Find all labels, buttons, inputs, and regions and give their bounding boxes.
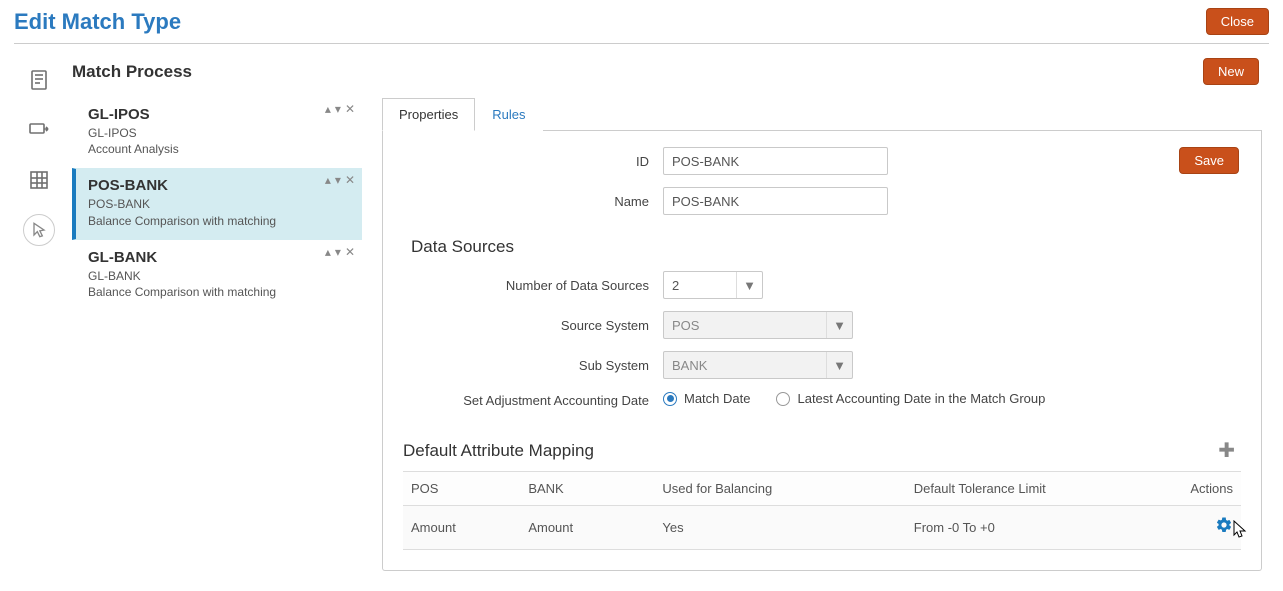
cursor-icon [1233,520,1247,538]
data-sources-header: Data Sources [411,237,1241,257]
list-item-sub1: POS-BANK [88,196,351,212]
cursor-tool-icon[interactable] [23,214,55,246]
radio-label: Match Date [684,391,750,406]
list-item[interactable]: ▴ ▾ ✕ POS-BANK POS-BANK Balance Comparis… [72,168,362,239]
page-title: Edit Match Type [14,9,181,35]
sub-system-label: Sub System [403,358,663,373]
radio-match-date[interactable]: Match Date [663,391,750,406]
move-up-icon[interactable]: ▴ [325,102,331,116]
add-mapping-button[interactable]: ✚ [1212,438,1241,463]
radio-label: Latest Accounting Date in the Match Grou… [797,391,1045,406]
num-sources-label: Number of Data Sources [403,278,663,293]
num-sources-select[interactable] [663,271,763,299]
name-label: Name [403,194,663,209]
icon-rail [14,44,64,591]
move-up-icon[interactable]: ▴ [325,173,331,187]
transfer-icon[interactable] [23,114,55,146]
radio-icon [776,392,790,406]
id-label: ID [403,154,663,169]
source-system-label: Source System [403,318,663,333]
move-down-icon[interactable]: ▾ [335,173,341,187]
list-item-title: GL-BANK [88,249,351,266]
col-pos: POS [403,472,520,506]
cell-pos: Amount [403,506,520,550]
cell-tolerance: From -0 To +0 [906,506,1157,550]
list-item-sub2: Account Analysis [88,141,351,157]
id-input[interactable] [663,147,888,175]
sub-system-select[interactable] [663,351,853,379]
new-button[interactable]: New [1203,58,1259,85]
process-list: ▴ ▾ ✕ GL-IPOS GL-IPOS Account Analysis ▴… [72,97,362,571]
list-item[interactable]: ▴ ▾ ✕ GL-IPOS GL-IPOS Account Analysis [72,97,362,168]
remove-icon[interactable]: ✕ [345,173,355,187]
remove-icon[interactable]: ✕ [345,245,355,259]
col-actions: Actions [1157,472,1241,506]
list-item[interactable]: ▴ ▾ ✕ GL-BANK GL-BANK Balance Comparison… [72,240,362,311]
list-item-title: POS-BANK [88,177,351,194]
mapping-header: Default Attribute Mapping [403,441,594,461]
close-button[interactable]: Close [1206,8,1269,35]
list-item-sub1: GL-BANK [88,268,351,284]
radio-icon [663,392,677,406]
list-item-sub1: GL-IPOS [88,125,351,141]
name-input[interactable] [663,187,888,215]
save-button[interactable]: Save [1179,147,1239,174]
col-bank: BANK [520,472,654,506]
mapping-table: POS BANK Used for Balancing Default Tole… [403,471,1241,550]
tab-rules[interactable]: Rules [475,98,542,131]
tab-properties[interactable]: Properties [382,98,475,131]
gear-icon[interactable] [1215,519,1233,538]
col-balancing: Used for Balancing [654,472,905,506]
adj-date-label: Set Adjustment Accounting Date [403,393,663,408]
radio-latest-date[interactable]: Latest Accounting Date in the Match Grou… [776,391,1045,406]
source-system-select[interactable] [663,311,853,339]
remove-icon[interactable]: ✕ [345,102,355,116]
grid-icon[interactable] [23,164,55,196]
col-tolerance: Default Tolerance Limit [906,472,1157,506]
cell-bank: Amount [520,506,654,550]
section-title: Match Process [72,62,192,82]
cell-balancing: Yes [654,506,905,550]
list-item-sub2: Balance Comparison with matching [88,284,351,300]
move-down-icon[interactable]: ▾ [335,245,341,259]
document-icon[interactable] [23,64,55,96]
list-item-title: GL-IPOS [88,106,351,123]
table-row: Amount Amount Yes From -0 To +0 [403,506,1241,550]
move-down-icon[interactable]: ▾ [335,102,341,116]
move-up-icon[interactable]: ▴ [325,245,331,259]
list-item-sub2: Balance Comparison with matching [88,213,351,229]
